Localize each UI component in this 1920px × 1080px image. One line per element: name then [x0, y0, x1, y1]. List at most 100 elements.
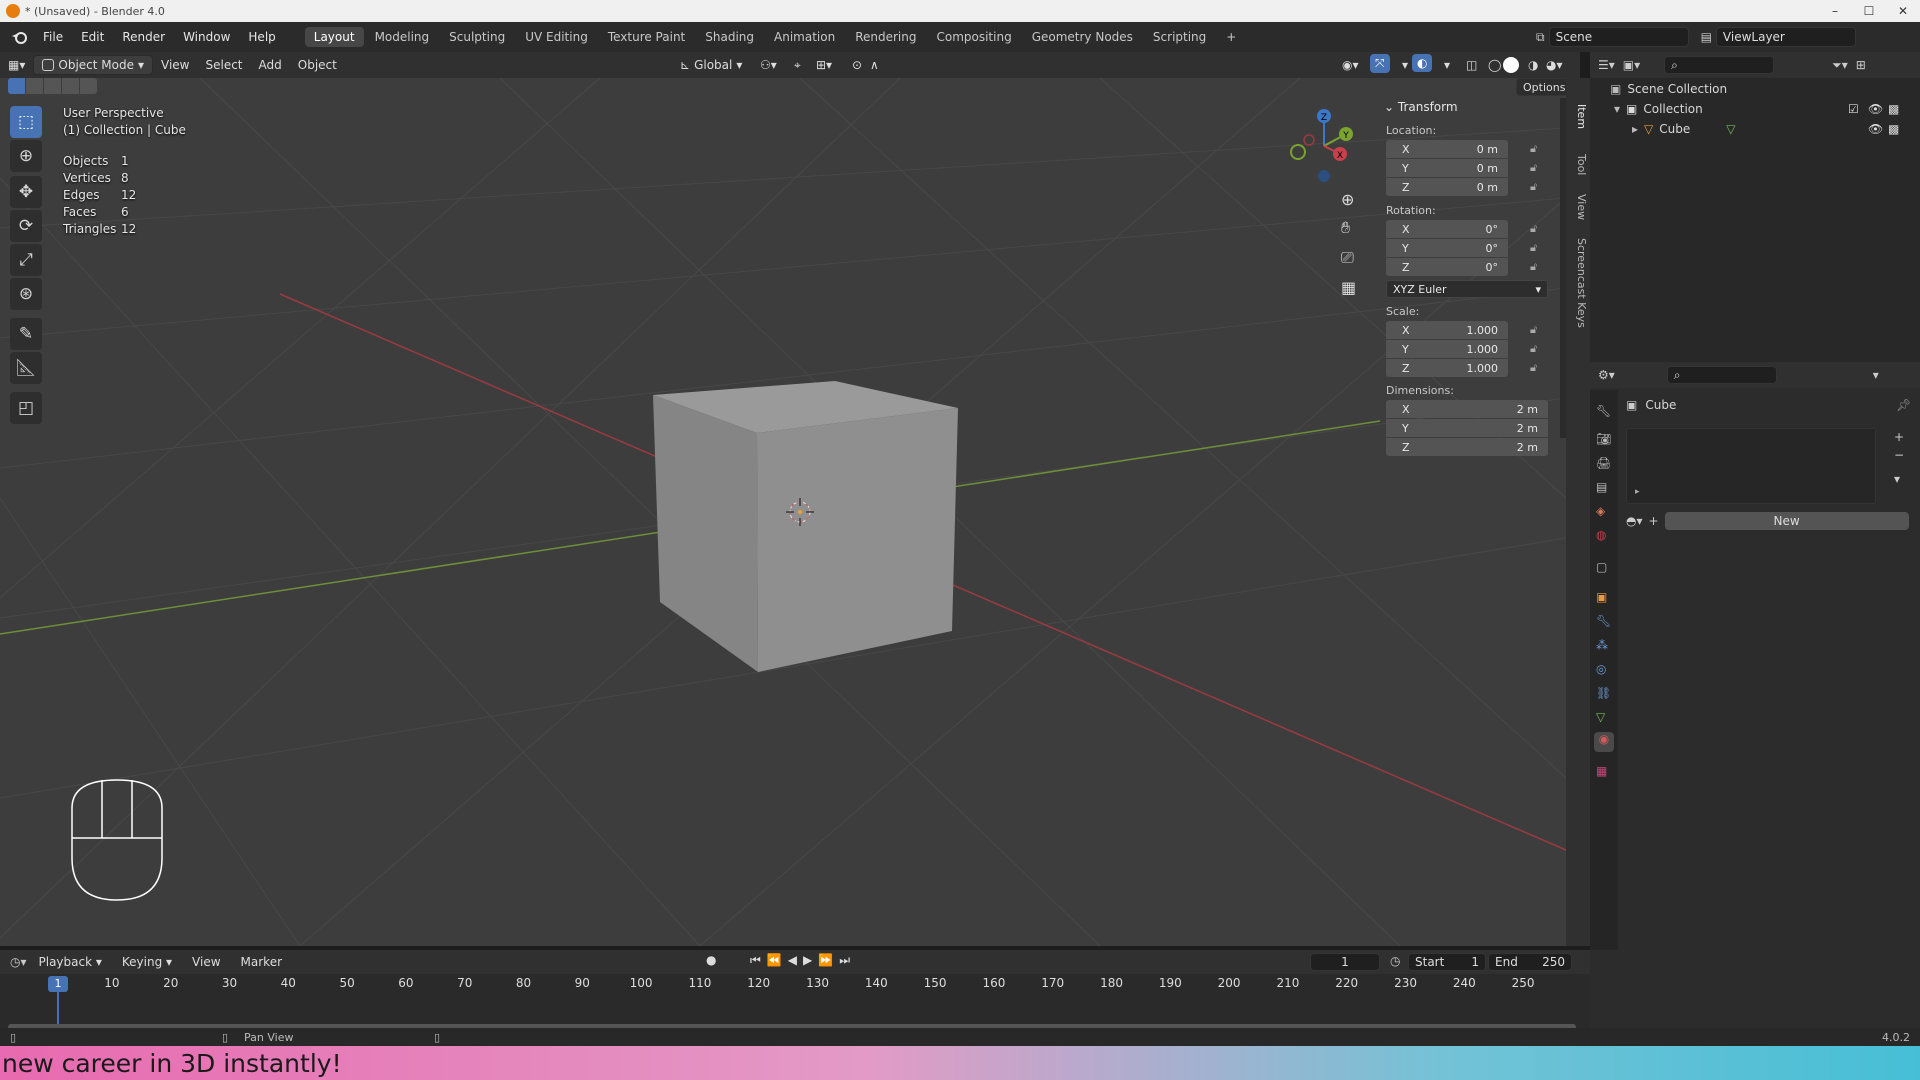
tab-view[interactable]: View	[1570, 194, 1588, 220]
camera-icon[interactable]: ▩	[1888, 102, 1899, 116]
tab-item[interactable]: Item	[1570, 104, 1588, 129]
next-keyframe-icon[interactable]: ⏩	[818, 953, 839, 967]
location-x-field[interactable]: X 0 m	[1386, 140, 1508, 158]
end-frame-field[interactable]: End 250	[1488, 953, 1572, 971]
scale-z-field[interactable]: Z 1.000	[1386, 359, 1508, 377]
menu-edit[interactable]: Edit	[72, 30, 113, 44]
cursor-tool-icon[interactable]: ⊕	[10, 140, 42, 172]
navigation-gizmo[interactable]: Z Y X	[1284, 106, 1364, 186]
outliner-item-cube[interactable]: ▸ ▽ Cube ▽ 👁︎ ▩	[1632, 122, 1914, 136]
scale-x-field[interactable]: X 1.000	[1386, 321, 1508, 339]
object-properties-icon[interactable]: ▣	[1596, 590, 1607, 604]
lock-icon[interactable]: 🔓︎	[1530, 142, 1542, 155]
texture-properties-icon[interactable]: ▦	[1596, 764, 1607, 778]
chevron-down-icon[interactable]: ▾	[1873, 368, 1879, 382]
pin-icon[interactable]: 📌︎	[1896, 398, 1911, 412]
lock-icon[interactable]: 🔓︎	[1530, 161, 1542, 174]
tab-tool[interactable]: Tool	[1570, 154, 1588, 175]
dimensions-y-field[interactable]: Y 2 m	[1386, 419, 1548, 437]
overlays-toggle-icon[interactable]: ◐	[1412, 54, 1433, 72]
scene-icon[interactable]: ⧉	[1536, 30, 1545, 45]
collection-properties-icon[interactable]: ▢	[1596, 560, 1607, 574]
minimize-button[interactable]: –	[1818, 0, 1852, 22]
tab-geometry-nodes[interactable]: Geometry Nodes	[1023, 27, 1142, 47]
tab-rendering[interactable]: Rendering	[846, 27, 925, 47]
world-properties-icon[interactable]: ◍	[1596, 528, 1606, 542]
new-material-button[interactable]: New	[1664, 512, 1909, 530]
tab-sculpting[interactable]: Sculpting	[440, 27, 514, 47]
lock-icon[interactable]: 🔓︎	[1530, 180, 1542, 193]
playhead[interactable]: 1	[48, 976, 68, 992]
select-subtract-icon[interactable]	[44, 78, 61, 94]
menu-marker[interactable]: Marker	[233, 953, 290, 971]
checkbox-icon[interactable]: ☑	[1848, 102, 1859, 116]
zoom-icon[interactable]: ⊕	[1341, 190, 1354, 209]
rotation-x-field[interactable]: X 0°	[1386, 220, 1508, 238]
editor-type-icon[interactable]: ☰▾	[1598, 58, 1615, 72]
menu-render[interactable]: Render	[113, 30, 174, 44]
modifier-properties-icon[interactable]: 🔧︎	[1596, 614, 1611, 628]
chevron-down-icon[interactable]: ▾	[1614, 102, 1620, 116]
viewlayer-icon[interactable]: ▤	[1701, 30, 1712, 44]
material-properties-icon[interactable]: ◉	[1594, 732, 1614, 752]
location-z-field[interactable]: Z 0 m	[1386, 178, 1508, 196]
location-y-field[interactable]: Y 0 m	[1386, 159, 1508, 177]
menu-add[interactable]: Add	[251, 56, 290, 74]
pan-hand-icon[interactable]: ✋︎	[1341, 218, 1350, 238]
lock-icon[interactable]: 🔓︎	[1530, 222, 1542, 235]
maximize-button[interactable]: ☐	[1852, 0, 1886, 22]
select-intersect-icon[interactable]	[80, 78, 97, 94]
transform-orientation-dropdown[interactable]: ⊾ Global ▾	[672, 56, 750, 74]
tool-properties-icon[interactable]: 🔧︎	[1596, 404, 1611, 418]
tab-uv-editing[interactable]: UV Editing	[516, 27, 597, 47]
rendered-shading-icon[interactable]: ◕▾	[1538, 56, 1571, 74]
physics-properties-icon[interactable]: ◎	[1596, 662, 1606, 676]
play-reverse-icon[interactable]: ◀	[788, 953, 803, 967]
editor-type-icon[interactable]: ⚙▾	[1598, 368, 1615, 382]
move-tool-icon[interactable]: ✥	[10, 176, 42, 208]
eye-icon[interactable]: 👁︎	[1868, 122, 1883, 136]
output-properties-icon[interactable]: 🖨︎	[1596, 456, 1611, 470]
editor-type-icon[interactable]: ◷▾	[10, 955, 27, 969]
menu-view[interactable]: View	[153, 56, 197, 74]
editor-type-icon[interactable]: ▦▾	[0, 56, 33, 74]
snap-icon[interactable]: ⌖	[786, 56, 809, 75]
view-layer-properties-icon[interactable]: ▤	[1596, 480, 1607, 494]
chevron-right-icon[interactable]: ▸	[1635, 487, 1640, 497]
outliner-search-input[interactable]: ⌕	[1664, 56, 1775, 74]
dimensions-x-field[interactable]: X 2 m	[1386, 400, 1548, 418]
rotate-tool-icon[interactable]: ⟳	[10, 210, 42, 242]
play-icon[interactable]: ▶	[803, 953, 818, 967]
viewlayer-selector[interactable]: ViewLayer	[1715, 27, 1856, 47]
measure-tool-icon[interactable]: 📐︎	[10, 352, 42, 384]
snap-target-icon[interactable]: ⊞▾	[808, 56, 840, 74]
transform-tool-icon[interactable]: ⊛	[10, 278, 42, 310]
scale-tool-icon[interactable]: ⤢	[10, 244, 42, 276]
gizmo-toggle-icon[interactable]: ⤧	[1370, 54, 1390, 73]
pivot-point-icon[interactable]: ⚇▾	[752, 56, 785, 74]
scene-selector[interactable]: Scene	[1548, 27, 1689, 47]
scene-properties-icon[interactable]: ◈	[1596, 504, 1605, 518]
menu-file[interactable]: File	[34, 30, 72, 44]
prev-keyframe-icon[interactable]: ⏪	[767, 953, 788, 967]
falloff-icon[interactable]: ∧	[862, 56, 887, 74]
chevron-down-icon[interactable]: ▾	[1894, 472, 1900, 486]
mesh-data-icon[interactable]: ▽	[1726, 122, 1735, 136]
menu-view[interactable]: View	[184, 953, 228, 971]
chevron-right-icon[interactable]: ▸	[1632, 122, 1638, 136]
lock-icon[interactable]: 🔓︎	[1530, 361, 1542, 374]
material-browse-icon[interactable]: ◓▾	[1626, 514, 1643, 528]
rotation-y-field[interactable]: Y 0°	[1386, 239, 1508, 257]
visibility-icon[interactable]: ◉▾	[1334, 56, 1367, 74]
lock-icon[interactable]: 🔓︎	[1530, 323, 1542, 336]
menu-window[interactable]: Window	[174, 30, 239, 44]
3d-viewport[interactable]: ⬚ ⊕ ✥ ⟳ ⤢ ⊛ ✎ 📐︎ ◰ User Perspective (1) …	[0, 78, 1566, 946]
remove-slot-icon[interactable]: −	[1894, 448, 1904, 462]
render-properties-icon[interactable]: 📷︎	[1596, 432, 1611, 446]
tab-animation[interactable]: Animation	[765, 27, 844, 47]
transform-panel-header[interactable]: ⌄ Transform	[1384, 100, 1458, 114]
select-new-icon[interactable]	[8, 78, 25, 94]
material-slot-list[interactable]: ▸	[1626, 428, 1876, 504]
jump-end-icon[interactable]: ⏭	[839, 953, 856, 967]
clock-icon[interactable]: ◷	[1390, 954, 1400, 968]
